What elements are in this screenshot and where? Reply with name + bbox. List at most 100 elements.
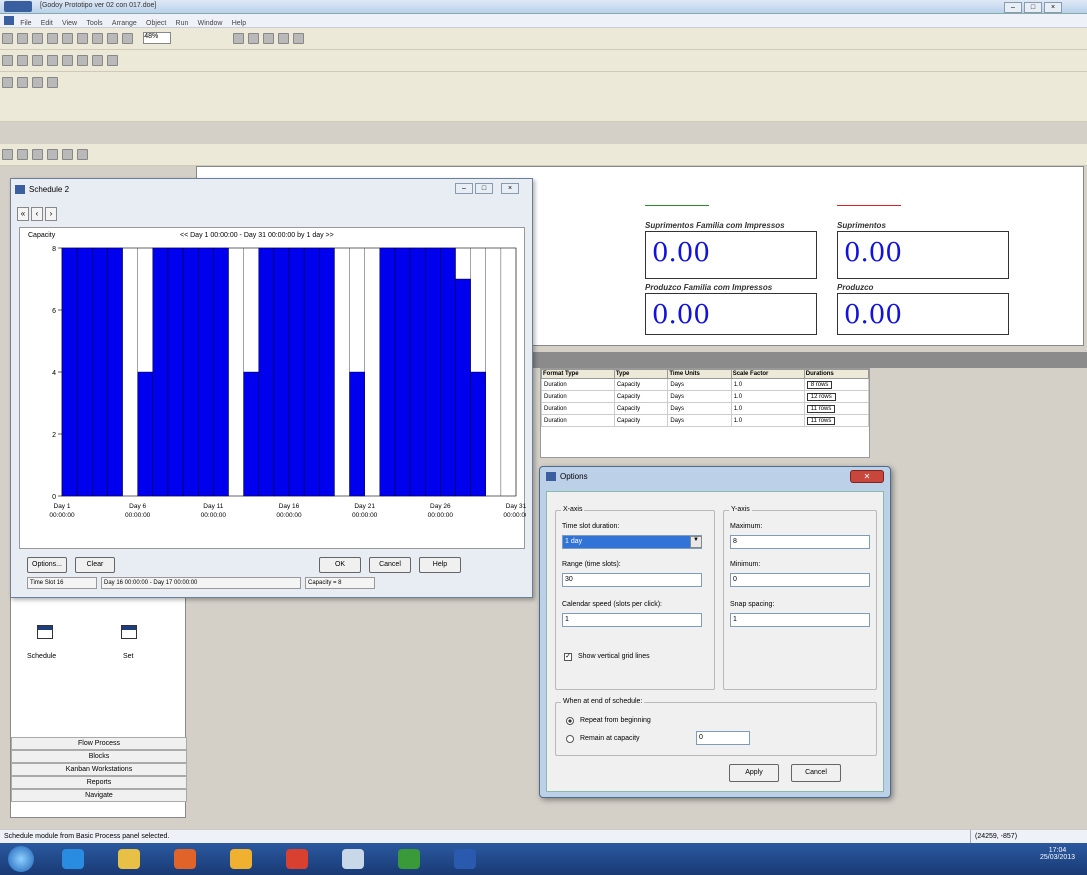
capacity-bar[interactable] xyxy=(470,371,486,497)
clear-button[interactable]: Clear xyxy=(75,557,115,573)
plot-icon[interactable] xyxy=(77,149,88,160)
maximize-button[interactable]: □ xyxy=(1024,2,1042,13)
repeat-radio[interactable] xyxy=(566,717,574,725)
chrome-icon[interactable] xyxy=(286,849,308,869)
options-button[interactable]: Options... xyxy=(27,557,67,573)
variable-icon[interactable] xyxy=(32,149,43,160)
durations-button[interactable]: 11 rows xyxy=(806,404,836,413)
capacity-bar[interactable] xyxy=(92,247,108,497)
open-icon[interactable] xyxy=(17,33,28,44)
capacity-bar[interactable] xyxy=(213,247,229,497)
arc-icon[interactable] xyxy=(17,55,28,66)
cancel-button[interactable]: Cancel xyxy=(369,557,411,573)
schedule-chart-area[interactable]: Capacity << Day 1 00:00:00 - Day 31 00:0… xyxy=(19,227,526,549)
paste-icon[interactable] xyxy=(92,33,103,44)
text-color-icon[interactable] xyxy=(107,55,118,66)
scroll-prev-button[interactable]: ‹ xyxy=(31,207,43,221)
pause-icon[interactable] xyxy=(278,33,290,44)
close-window-button[interactable]: × xyxy=(1044,2,1062,13)
col-scale-factor[interactable]: Scale Factor xyxy=(730,369,805,379)
new-icon[interactable] xyxy=(2,33,13,44)
apply-button[interactable]: Apply xyxy=(729,764,779,782)
clock-icon[interactable] xyxy=(2,149,13,160)
capacity-bar[interactable] xyxy=(107,247,123,497)
minimum-input[interactable]: 0 xyxy=(730,573,870,587)
cell-units[interactable]: Days xyxy=(667,378,732,391)
cell-format[interactable]: Duration xyxy=(541,378,615,391)
capacity-bar[interactable] xyxy=(137,371,153,497)
capacity-bar[interactable] xyxy=(152,247,169,497)
maximum-input[interactable]: 8 xyxy=(730,535,870,549)
variable-display-4[interactable]: 0.00 xyxy=(837,293,1009,335)
capacity-bar[interactable] xyxy=(394,247,411,497)
cell-scale[interactable]: 1.0 xyxy=(730,390,805,403)
variable-display-1[interactable]: 0.00 xyxy=(645,231,817,279)
rectangle-icon[interactable] xyxy=(32,55,43,66)
redo-icon[interactable] xyxy=(122,33,133,44)
media-player-icon[interactable] xyxy=(174,849,196,869)
cell-type[interactable]: Capacity xyxy=(613,390,669,403)
snap-spacing-input[interactable]: 1 xyxy=(730,613,870,627)
align-icon[interactable] xyxy=(17,77,28,88)
cell-units[interactable]: Days xyxy=(667,414,732,427)
save-icon[interactable] xyxy=(32,33,43,44)
cell-scale[interactable]: 1.0 xyxy=(730,402,805,415)
capacity-bar[interactable] xyxy=(273,247,290,497)
scroll-next-button[interactable]: › xyxy=(45,207,57,221)
file-explorer-icon[interactable] xyxy=(118,849,140,869)
arena-icon[interactable] xyxy=(342,849,364,869)
panel-item-reports[interactable]: Reports xyxy=(11,776,187,789)
set-module-icon[interactable] xyxy=(121,625,137,639)
variable-display-2[interactable]: 0.00 xyxy=(837,231,1009,279)
cell-scale[interactable]: 1.0 xyxy=(730,414,805,427)
level-icon[interactable] xyxy=(47,149,58,160)
text-icon[interactable] xyxy=(62,55,73,66)
snap-icon[interactable] xyxy=(47,77,58,88)
fill-color-icon[interactable] xyxy=(92,55,103,66)
step-icon[interactable] xyxy=(248,33,260,44)
app-icon-4[interactable] xyxy=(230,849,252,869)
cell-format[interactable]: Duration xyxy=(541,402,615,415)
cell-type[interactable]: Capacity xyxy=(613,414,669,427)
capacity-bar[interactable] xyxy=(76,247,93,497)
col-type[interactable]: Type xyxy=(613,369,669,379)
panel-item-navigate[interactable]: Navigate xyxy=(11,789,187,802)
cell-durations[interactable]: 11 rows xyxy=(803,402,870,415)
grid-icon[interactable] xyxy=(32,77,43,88)
capacity-bar[interactable] xyxy=(319,247,335,497)
variable-display-3[interactable]: 0.00 xyxy=(645,293,817,335)
capacity-bar[interactable] xyxy=(303,247,320,497)
capacity-bar[interactable] xyxy=(167,247,184,497)
time-slot-select[interactable]: 1 day xyxy=(562,535,702,549)
panel-item-blocks[interactable]: Blocks xyxy=(11,750,187,763)
ellipse-icon[interactable] xyxy=(47,55,58,66)
col-time-units[interactable]: Time Units xyxy=(667,369,732,379)
cell-format[interactable]: Duration xyxy=(541,414,615,427)
cell-type[interactable]: Capacity xyxy=(613,378,669,391)
date-icon[interactable] xyxy=(17,149,28,160)
capacity-bar[interactable] xyxy=(258,247,275,497)
stop-icon[interactable] xyxy=(293,33,305,44)
schedule-close-button[interactable]: × xyxy=(501,183,519,194)
capacity-bar[interactable] xyxy=(379,247,396,497)
run-go-icon[interactable] xyxy=(233,33,245,44)
print-icon[interactable] xyxy=(47,33,58,44)
undo-icon[interactable] xyxy=(107,33,118,44)
capacity-bar[interactable] xyxy=(409,247,426,497)
calendar-speed-input[interactable]: 1 xyxy=(562,613,702,627)
schedule-maximize-button[interactable]: □ xyxy=(475,183,493,194)
capacity-bar[interactable] xyxy=(425,247,441,497)
line-icon[interactable] xyxy=(2,55,13,66)
excel-icon[interactable] xyxy=(398,849,420,869)
ok-button[interactable]: OK xyxy=(319,557,361,573)
cell-durations[interactable]: 12 rows xyxy=(803,390,870,403)
capacity-bar[interactable] xyxy=(61,247,78,497)
fast-forward-icon[interactable] xyxy=(263,33,275,44)
capacity-bar[interactable] xyxy=(349,371,365,497)
cell-format[interactable]: Duration xyxy=(541,390,615,403)
col-format-type[interactable]: Format Type xyxy=(541,369,615,379)
zoom-select[interactable]: 48% xyxy=(143,32,172,44)
options-cancel-button[interactable]: Cancel xyxy=(791,764,841,782)
internet-explorer-icon[interactable] xyxy=(62,849,84,869)
capacity-chart[interactable]: 8 6 4 2 0 Day 1 00:00:00 Day 6 00:00:00 Day 11 00:… xyxy=(20,242,526,548)
